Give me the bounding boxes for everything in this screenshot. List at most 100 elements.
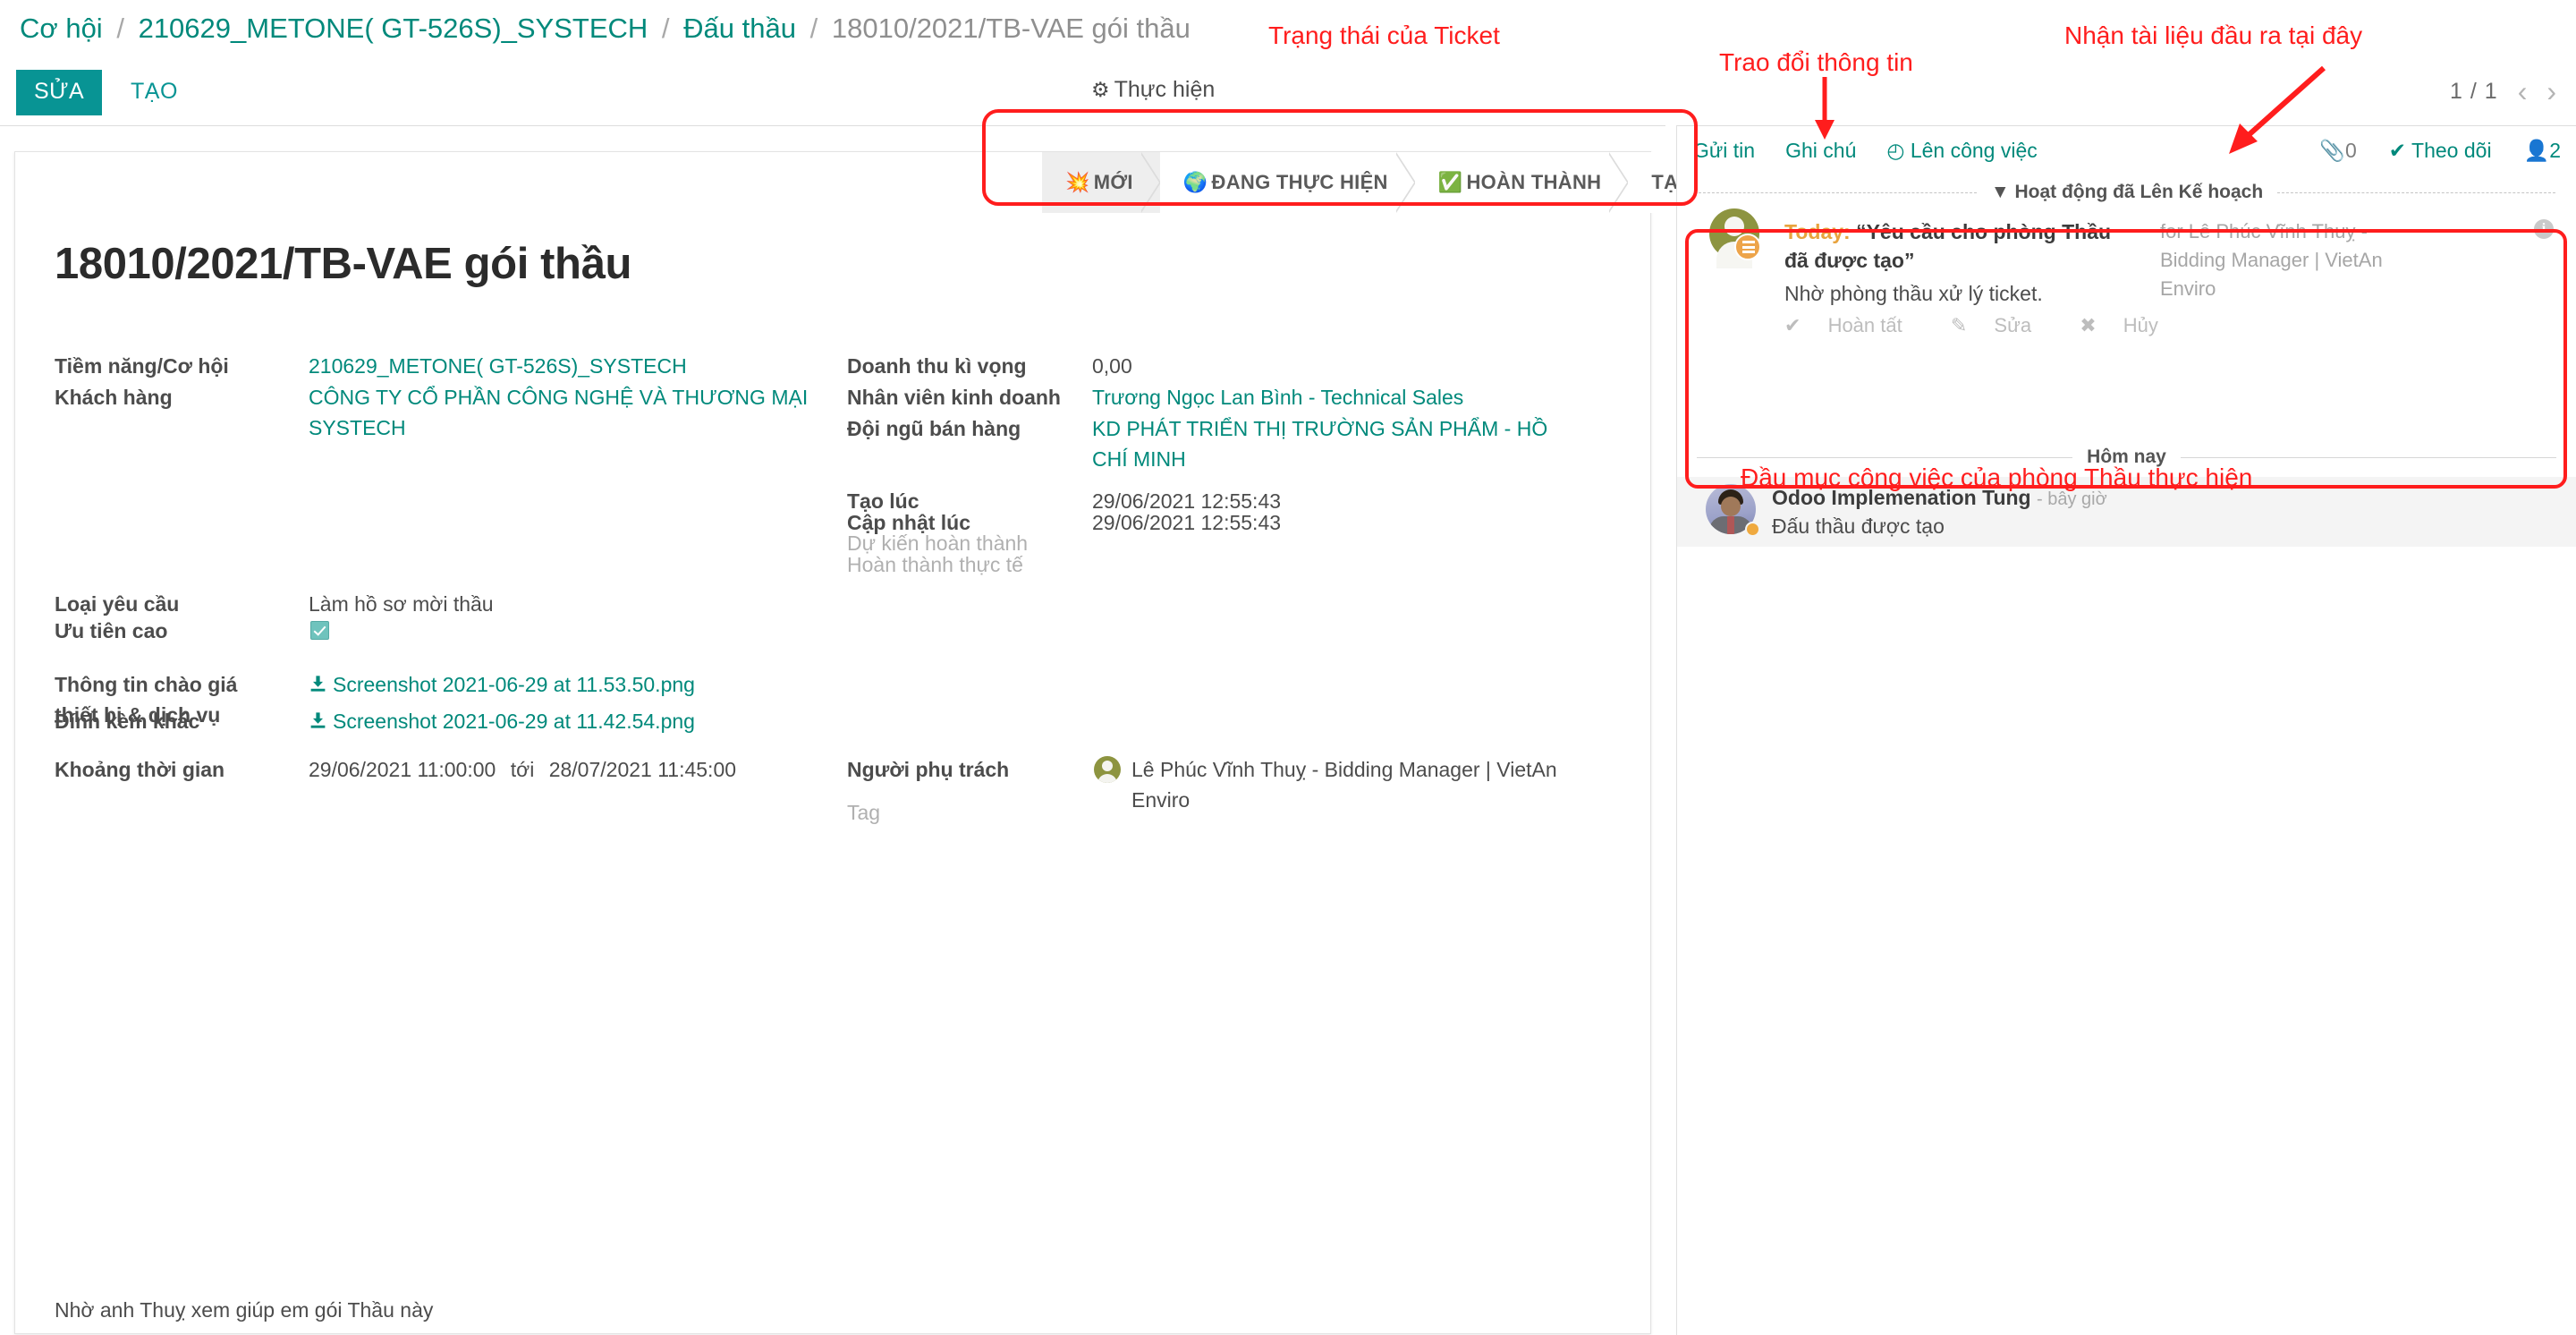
message-body: Đấu thầu được tạo: [1772, 514, 1945, 539]
clock-icon: ◴: [1886, 139, 1904, 162]
stage-label: HOÀN THÀNH: [1466, 171, 1601, 194]
high-priority-checkbox[interactable]: [310, 621, 329, 640]
field-value-request-type[interactable]: Làm hồ sơ mời thầu: [309, 589, 494, 619]
field-value-customer[interactable]: CÔNG TY CỔ PHẦN CÔNG NGHỆ VÀ THƯƠNG MẠI …: [309, 382, 809, 443]
log-note-button[interactable]: Ghi chú: [1785, 139, 1856, 163]
field-value-owner[interactable]: Lê Phúc Vĩnh Thuỵ - Bidding Manager | Vi…: [1131, 754, 1588, 815]
schedule-activity-button[interactable]: ◴ Lên công việc: [1886, 139, 2037, 163]
field-value-salesperson[interactable]: Trương Ngọc Lan Bình - Technical Sales: [1092, 382, 1463, 412]
download-icon: [309, 708, 327, 738]
schedule-activity-label: Lên công việc: [1911, 139, 2038, 162]
message-timestamp: - bây giờ: [2037, 489, 2107, 509]
activity-done-label: Hoàn tất: [1828, 314, 1902, 336]
field-label-opportunity: Tiềm năng/Cơ hội: [55, 351, 229, 381]
activity-avatar: [1709, 208, 1759, 259]
user-icon: 👤: [2524, 139, 2550, 162]
stage-button-moi[interactable]: 💥 MỚI: [1042, 152, 1160, 213]
divider: [1699, 192, 1977, 193]
avatar-tie: [1727, 516, 1734, 534]
breadcrumb-item-0[interactable]: Cơ hội: [20, 13, 103, 44]
stage-label: MỚI: [1094, 171, 1133, 194]
field-label-period: Khoảng thời gian: [55, 754, 225, 785]
globe-icon: 🌍: [1183, 171, 1208, 194]
pager-next-icon[interactable]: ›: [2546, 77, 2556, 106]
form-view: 💥 MỚI 🌍 ĐANG THỰC HIỆN ✅ HOÀN THÀNH TẠM …: [0, 125, 1665, 1335]
breadcrumb-item-1[interactable]: 210629_METONE( GT-526S)_SYSTECH: [139, 13, 648, 44]
field-value-sales-team[interactable]: KD PHÁT TRIỂN THỊ TRƯỜNG SẢN PHẨM - HỒ C…: [1092, 413, 1566, 474]
field-label-salesperson: Nhân viên kinh doanh: [847, 382, 1061, 412]
attachment-count: 0: [2345, 139, 2357, 162]
date-separator: Hôm nay: [1697, 446, 2556, 468]
date-separator-label: Hôm nay: [2072, 446, 2181, 468]
chatter-status-group: 📎0 ✔ Theo dõi 👤2: [2319, 126, 2561, 174]
annotation-label-attachments: Nhận tài liệu đầu ra tại đây: [2064, 21, 2362, 50]
control-panel: SỬA TẠO ⚙Thực hiện 1 / 1 ‹ ›: [0, 66, 2576, 125]
attachment-link-quote-info[interactable]: Screenshot 2021-06-29 at 11.53.50.png: [309, 669, 695, 702]
edit-button[interactable]: SỬA: [16, 70, 102, 115]
planned-activities-label: Hoạt động đã Lên Kế hoạch: [2014, 182, 2263, 202]
stage-arrow-inner: [1607, 152, 1627, 213]
field-label-actual-completion: Hoàn thành thực tế: [847, 549, 1023, 580]
check-mark-box-icon: ✅: [1438, 171, 1463, 194]
explosion-icon: 💥: [1065, 171, 1090, 194]
stage-button-hoan-thanh[interactable]: ✅ HOÀN THÀNH: [1415, 152, 1629, 213]
planned-activities-box: ▼ Hoạt động đã Lên Kế hoạch Today: “Yêu …: [1677, 174, 2576, 395]
field-label-tag: Tag: [847, 797, 880, 828]
chatter-panel: Gửi tin Ghi chú ◴ Lên công việc 📎0 ✔ The…: [1676, 125, 2576, 1335]
field-value-period[interactable]: 29/06/2021 11:00:00 tới 28/07/2021 11:45…: [309, 754, 736, 785]
field-label-customer: Khách hàng: [55, 382, 173, 412]
stage-label: ĐANG THỰC HIỆN: [1212, 171, 1388, 194]
avatar-head: [1724, 217, 1744, 236]
page-title: 18010/2021/TB-VAE gói thầu: [55, 239, 631, 289]
avatar: [1094, 756, 1121, 783]
message-item: Odoo Implemenation Tung - bây giờ Đấu th…: [1677, 477, 2576, 547]
action-menu-label: Thực hiện: [1114, 77, 1216, 102]
message-author-name: Odoo Implemenation Tung: [1772, 486, 2031, 509]
pencil-icon: ✎: [1951, 314, 1967, 336]
description-text[interactable]: Nhờ anh Thuỵ xem giúp em gói Thầu này: [55, 1298, 433, 1322]
field-value-opportunity[interactable]: 210629_METONE( GT-526S)_SYSTECH: [309, 351, 687, 381]
follow-label: Theo dõi: [2411, 139, 2492, 162]
message-author[interactable]: Odoo Implemenation Tung - bây giờ: [1772, 486, 2107, 510]
activity-cancel-label: Hủy: [2123, 314, 2158, 336]
attachment-link-other[interactable]: Screenshot 2021-06-29 at 11.42.54.png: [309, 706, 695, 738]
stage-arrow-inner: [1394, 152, 1414, 213]
field-value-expected-revenue[interactable]: 0,00: [1092, 351, 1132, 381]
stage-arrow-inner: [1140, 152, 1159, 213]
activity-cancel-button[interactable]: ✖ Hủy: [2080, 314, 2180, 336]
download-icon: [309, 671, 327, 702]
gear-icon: ⚙: [1091, 78, 1110, 101]
action-menu-button[interactable]: ⚙Thực hiện: [1091, 77, 1215, 103]
field-label-high-priority: Ưu tiên cao: [55, 616, 167, 646]
planned-activities-toggle[interactable]: ▼ Hoạt động đã Lên Kế hoạch: [1977, 182, 2277, 203]
close-icon: ✖: [2080, 314, 2096, 336]
period-end: 28/07/2021 11:45:00: [549, 758, 736, 781]
activity-done-button[interactable]: ✔ Hoàn tất: [1784, 314, 1929, 336]
annotation-label-statusbar: Trạng thái của Ticket: [1268, 21, 1500, 50]
field-value-updated-on[interactable]: 29/06/2021 12:55:43: [1092, 507, 1281, 538]
paperclip-icon: 📎: [2319, 139, 2345, 162]
period-joiner: tới: [502, 758, 544, 781]
activity-edit-label: Sửa: [1994, 314, 2031, 336]
chatter-toolbar: Gửi tin Ghi chú ◴ Lên công việc 📎0 ✔ The…: [1677, 126, 2576, 174]
form-sheet: 💥 MỚI 🌍 ĐANG THỰC HIỆN ✅ HOÀN THÀNH TẠM …: [14, 151, 1651, 1334]
activity-summary: Today: “Yêu cầu cho phòng Thầu đã được t…: [1784, 217, 2115, 275]
activity-body: Nhờ phòng thầu xử lý ticket.: [1784, 282, 2043, 306]
info-icon[interactable]: i: [2534, 219, 2554, 239]
send-message-button[interactable]: Gửi tin: [1693, 139, 1755, 163]
breadcrumb-item-2[interactable]: Đấu thầu: [683, 13, 796, 44]
followers-counter[interactable]: 👤2: [2524, 139, 2561, 163]
stage-button-dang-thuc-hien[interactable]: 🌍 ĐANG THỰC HIỆN: [1160, 152, 1415, 213]
pager-previous-icon[interactable]: ‹: [2518, 77, 2528, 106]
period-start: 29/06/2021 11:00:00: [309, 758, 496, 781]
attachment-counter[interactable]: 📎0: [2319, 139, 2356, 163]
breadcrumb-item-current: 18010/2021/TB-VAE gói thầu: [832, 13, 1191, 44]
attachment-filename: Screenshot 2021-06-29 at 11.42.54.png: [333, 710, 695, 733]
activity-type-icon: [1734, 234, 1761, 260]
divider: [1697, 457, 2072, 458]
breadcrumb-separator: /: [804, 13, 825, 44]
activity-edit-button[interactable]: ✎ Sửa: [1951, 314, 2058, 336]
pager: 1 / 1 ‹ ›: [2450, 77, 2556, 106]
follow-button[interactable]: ✔ Theo dõi: [2389, 139, 2492, 163]
create-button[interactable]: TẠO: [116, 70, 192, 115]
